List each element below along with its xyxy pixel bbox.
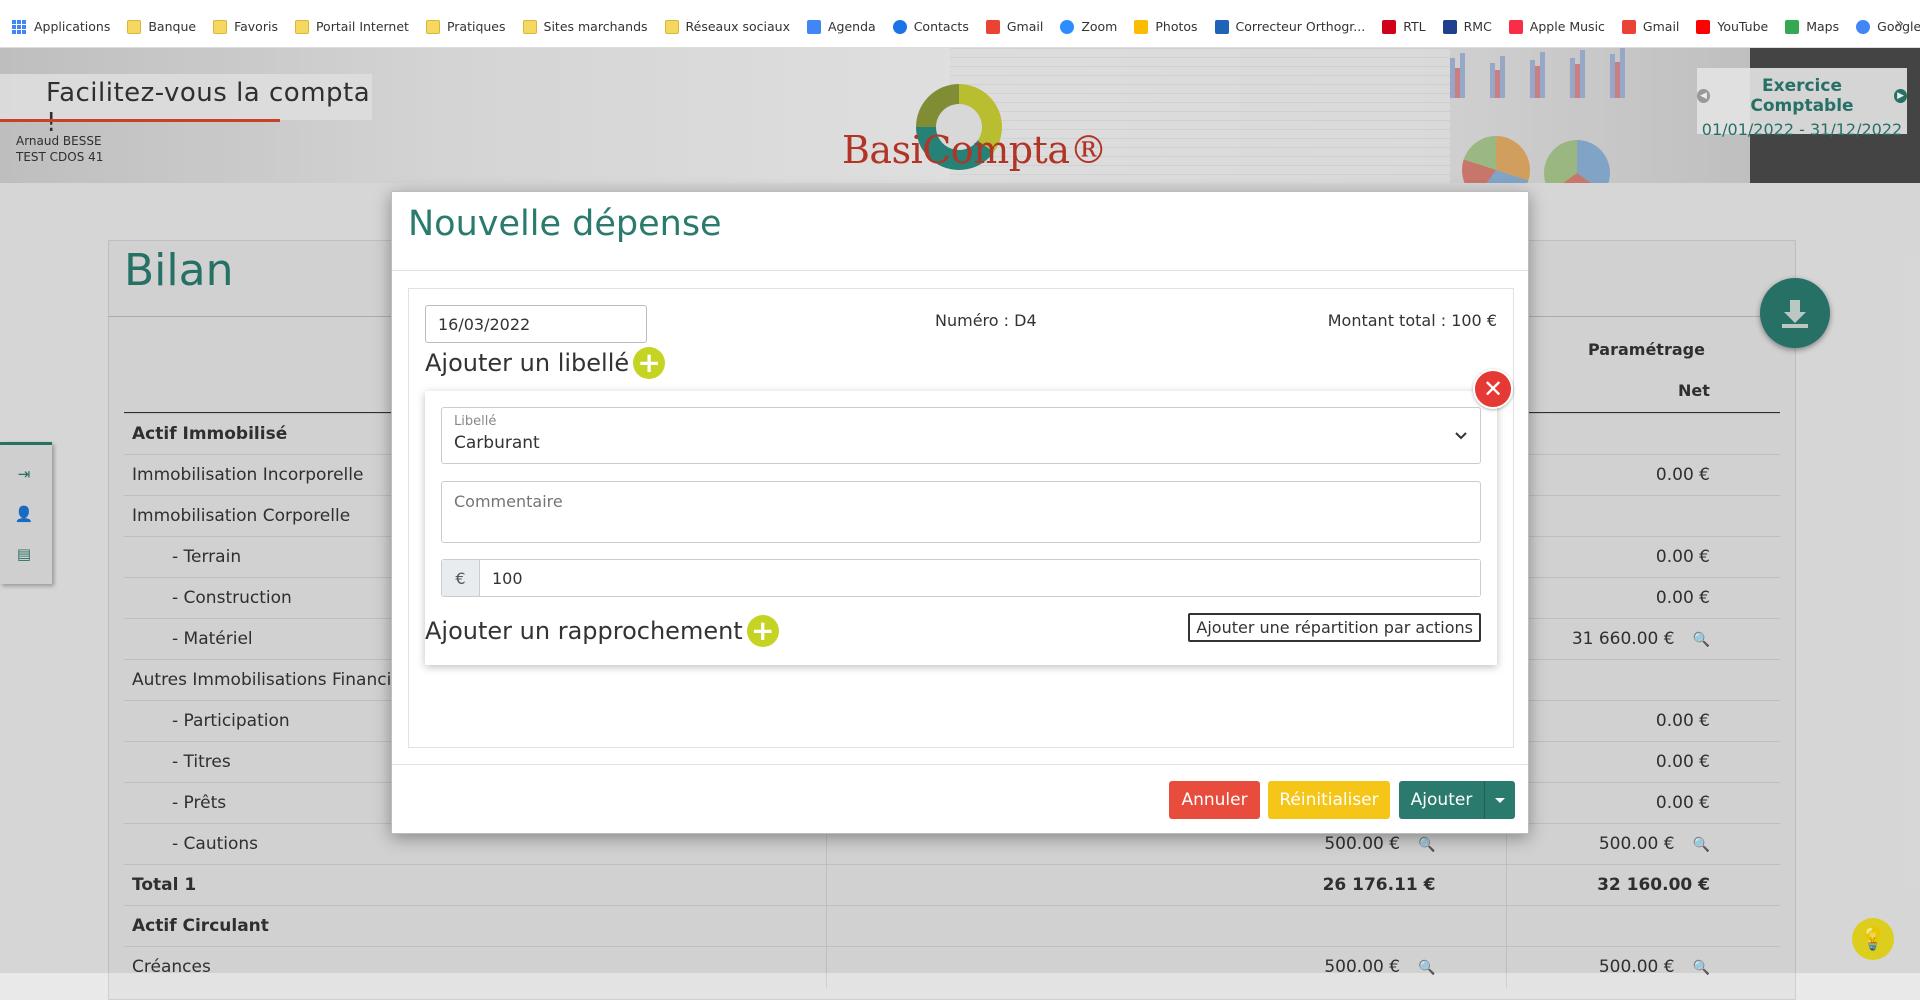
remove-line-close-icon[interactable]: ✕	[1473, 369, 1513, 409]
bookmark-item[interactable]: Gmail	[1621, 19, 1680, 34]
add-options-dropdown[interactable]	[1484, 781, 1515, 819]
folder-icon	[425, 19, 440, 34]
gmail-icon	[1621, 19, 1636, 34]
bookmark-label: Banque	[148, 19, 197, 34]
bookmark-label: Pratiques	[446, 19, 506, 34]
folder-icon	[664, 19, 679, 34]
bookmark-label: Apple Music	[1529, 19, 1605, 34]
bookmark-label: Correcteur Orthogr...	[1235, 19, 1366, 34]
bookmark-label: Sites marchands	[543, 19, 648, 34]
bookmark-item[interactable]: Gmail	[985, 19, 1044, 34]
bookmark-item[interactable]: Maps	[1785, 19, 1839, 34]
bookmark-item[interactable]: Sites marchands	[522, 19, 648, 34]
folder-icon	[213, 19, 228, 34]
bookmark-item[interactable]: RTL	[1382, 19, 1426, 34]
add-rapprochement-plus-icon[interactable]: +	[746, 615, 779, 647]
apps-grid-dot	[17, 19, 21, 24]
google-icon	[1856, 19, 1871, 34]
bookmark-label: Portail Internet	[315, 19, 409, 34]
zoom-icon	[1060, 19, 1075, 34]
apps-grid-dot	[22, 29, 26, 34]
bookmark-item[interactable]: YouTube	[1696, 19, 1768, 34]
maps-icon	[1785, 19, 1800, 34]
add-repartition-button[interactable]: Ajouter une répartition par actions	[1188, 613, 1481, 642]
bookmark-label: RTL	[1403, 19, 1426, 34]
add-rapprochement-label: Ajouter un rapprochement	[425, 617, 743, 645]
reset-button[interactable]: Réinitialiser	[1268, 781, 1390, 819]
folder-icon	[522, 19, 537, 34]
bookmark-label: RMC	[1463, 19, 1492, 34]
libelle-select-label: Libellé	[454, 414, 497, 429]
correcteur-icon	[1214, 19, 1229, 34]
bookmark-item[interactable]: Agenda	[807, 19, 876, 34]
apple-music-icon	[1508, 19, 1523, 34]
bookmark-label: Contacts	[913, 19, 969, 34]
apps-grid-dot	[22, 19, 26, 24]
apps-grid-dot	[12, 29, 16, 34]
modal-footer-divider	[392, 764, 1528, 765]
chevron-down-icon	[1455, 432, 1467, 440]
libelle-select[interactable]: Libellé Carburant	[441, 407, 1481, 464]
apps-grid-dot	[12, 24, 16, 29]
bookmark-item[interactable]: Google Alertes	[1856, 19, 1920, 34]
add-button[interactable]: Ajouter	[1399, 781, 1484, 819]
calendar-icon	[807, 19, 821, 34]
bookmark-label: Gmail	[1642, 19, 1680, 34]
apps-grid-dot	[22, 24, 26, 29]
bookmark-label: Zoom	[1081, 19, 1118, 34]
bookmark-label: Gmail	[1006, 19, 1044, 34]
add-libelle-plus-icon[interactable]: +	[633, 347, 666, 379]
folder-icon	[127, 19, 142, 34]
comment-textarea[interactable]	[441, 481, 1481, 543]
libelle-select-value: Carburant	[454, 433, 540, 453]
bookmark-label: Réseaux sociaux	[685, 19, 790, 34]
amount-input[interactable]	[480, 560, 1480, 596]
expense-number: Numéro : D4	[935, 311, 1037, 330]
bookmark-item[interactable]: Banque	[127, 19, 196, 34]
bookmark-label: Maps	[1806, 19, 1840, 34]
apps-grid-dot	[17, 24, 21, 29]
bookmark-item[interactable]: Favoris	[213, 19, 278, 34]
rtl-icon	[1382, 19, 1397, 34]
bookmark-label: Agenda	[828, 19, 876, 34]
modal-header-divider	[392, 270, 1528, 271]
add-libelle-label: Ajouter un libellé	[425, 349, 630, 377]
bookmark-label: Photos	[1155, 19, 1198, 34]
apps-grid-dot	[12, 19, 16, 24]
caret-down-icon	[1495, 797, 1505, 803]
bookmark-item[interactable]: Correcteur Orthogr...	[1214, 19, 1366, 34]
photos-icon	[1134, 19, 1149, 34]
new-expense-modal: Nouvelle dépense Numéro : D4 Montant tot…	[391, 191, 1529, 834]
youtube-icon	[1696, 19, 1711, 34]
bookmark-label: Favoris	[234, 19, 278, 34]
date-input[interactable]	[425, 305, 647, 343]
modal-body: Numéro : D4 Montant total : 100 € Ajoute…	[408, 288, 1514, 748]
add-rapprochement-section: Ajouter un rapprochement +	[425, 615, 779, 647]
bookmarks-bar: Applications Banque Favoris Portail Interne…	[0, 6, 1920, 48]
amount-input-group: €	[441, 559, 1481, 597]
folder-icon	[294, 19, 309, 34]
bookmark-item[interactable]: Portail Internet	[294, 19, 409, 34]
rmc-icon	[1442, 19, 1457, 34]
cancel-button[interactable]: Annuler	[1169, 781, 1260, 819]
modal-title: Nouvelle dépense	[408, 204, 722, 244]
bookmark-item[interactable]: Apple Music	[1508, 19, 1605, 34]
apps-grid-icon	[12, 19, 26, 34]
bookmark-item[interactable]: Photos	[1134, 19, 1198, 34]
contacts-icon	[892, 19, 907, 34]
bookmark-item[interactable]: Réseaux sociaux	[664, 19, 790, 34]
bookmark-item[interactable]: Applications	[12, 19, 110, 34]
bookmark-item[interactable]: Pratiques	[425, 19, 506, 34]
total-amount: Montant total : 100 €	[1327, 311, 1497, 330]
gmail-icon	[985, 19, 1000, 34]
bookmark-label: Applications	[34, 19, 111, 34]
apps-grid-dot	[17, 29, 21, 34]
currency-addon: €	[442, 560, 480, 596]
bookmark-item[interactable]: RMC	[1442, 19, 1492, 34]
bookmarks-overflow-icon[interactable]: »	[1895, 16, 1904, 32]
bookmark-item[interactable]: Zoom	[1060, 19, 1117, 34]
add-libelle-section: Ajouter un libellé +	[425, 347, 666, 379]
bookmark-item[interactable]: Contacts	[892, 19, 969, 34]
bookmark-label: YouTube	[1717, 19, 1769, 34]
